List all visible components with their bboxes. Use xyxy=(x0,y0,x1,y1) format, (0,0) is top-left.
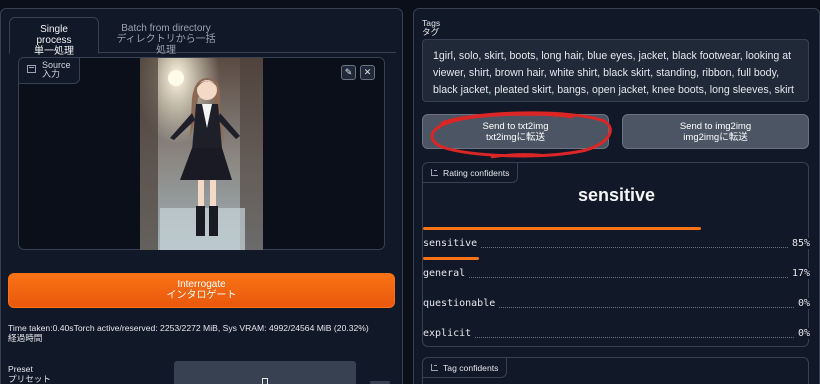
send-to-img2img-sublabel: img2imgに転送 xyxy=(683,132,748,143)
rating-row: sensitive 85% xyxy=(423,238,810,252)
interrogate-sublabel: インタロゲート xyxy=(166,290,237,301)
tag-confidents-label-text: Tag confidents xyxy=(443,362,499,373)
preset-label-text: Preset xyxy=(8,364,33,374)
rating-name: explicit xyxy=(423,328,475,339)
dotted-leader xyxy=(423,277,810,278)
tab-bar: Single process 単一処理 Batch from directory… xyxy=(9,17,396,57)
source-sublabel-text: 入力 xyxy=(42,69,61,79)
time-info-sublabel: 経過時間 xyxy=(8,333,43,343)
tags-sublabel-text: タグ xyxy=(422,27,440,37)
rating-value: 0% xyxy=(794,328,810,339)
send-to-img2img-label: Send to img2img xyxy=(679,121,752,132)
rating-name: general xyxy=(423,268,469,279)
source-image-box[interactable]: Source 入力 ✎ ✕ xyxy=(18,57,385,250)
chart-icon xyxy=(431,169,438,176)
tab-label: Single process xyxy=(36,24,72,46)
send-to-txt2img-sublabel: txt2imgに転送 xyxy=(485,132,546,143)
close-icon[interactable]: ✕ xyxy=(360,65,375,80)
preset-sublabel-text: プリセット xyxy=(8,374,51,384)
rating-value: 85% xyxy=(788,238,810,249)
interrogate-button[interactable]: Interrogate インタロゲート xyxy=(8,273,395,308)
rating-label-text: Rating confidents xyxy=(443,167,510,178)
tab-batch-from-directory[interactable]: Batch from directory ディレクトリから一括処理 xyxy=(101,17,231,56)
dotted-leader xyxy=(423,247,810,248)
tag-confidents-box: Tag confidents xyxy=(422,357,809,384)
rating-value: 0% xyxy=(794,298,810,309)
dotted-leader xyxy=(423,337,810,338)
right-panel: Tags タグ 1girl, solo, skirt, boots, long … xyxy=(413,8,820,384)
image-icon xyxy=(27,65,36,73)
confidence-bar xyxy=(423,227,701,230)
source-image xyxy=(140,58,263,250)
tab-label: Batch from directory xyxy=(121,23,211,34)
rating-value: 17% xyxy=(788,268,810,279)
confidence-bar xyxy=(423,257,479,260)
tags-textarea[interactable]: 1girl, solo, skirt, boots, long hair, bl… xyxy=(422,39,809,102)
anime-girl-image xyxy=(140,58,263,250)
preset-label: Preset プリセット xyxy=(8,364,51,384)
rating-row: questionable 0% xyxy=(423,298,810,312)
preset-icon xyxy=(262,378,268,384)
tab-sublabel: ディレクトリから一括処理 xyxy=(116,34,216,56)
rating-label: Rating confidents xyxy=(423,163,519,183)
tab-single-process[interactable]: Single process 単一処理 xyxy=(9,17,99,57)
rating-row: explicit 0% xyxy=(423,328,810,342)
rating-confidents-box: Rating confidents sensitive sensitive 85%… xyxy=(422,162,810,347)
time-info-line: Time taken:0.40sTorch active/reserved: 2… xyxy=(8,323,369,333)
interrogate-label: Interrogate xyxy=(177,279,226,290)
rating-row: general 17% xyxy=(423,268,810,282)
send-to-img2img-button[interactable]: Send to img2img img2imgに転送 xyxy=(622,114,809,149)
tab-sublabel: 単一処理 xyxy=(34,46,74,57)
pencil-icon[interactable]: ✎ xyxy=(341,65,356,80)
rating-top-label: sensitive xyxy=(577,185,656,205)
tag-confidents-label: Tag confidents xyxy=(423,358,508,378)
send-to-txt2img-button[interactable]: Send to txt2img txt2imgに転送 xyxy=(422,114,609,149)
time-info: Time taken:0.40sTorch active/reserved: 2… xyxy=(8,323,403,343)
rating-name: sensitive xyxy=(423,238,481,249)
source-label: Source 入力 xyxy=(19,58,80,84)
rating-name: questionable xyxy=(423,298,499,309)
send-to-txt2img-label: Send to txt2img xyxy=(482,121,549,132)
chart-icon xyxy=(431,364,438,371)
tags-label: Tags タグ xyxy=(422,19,440,37)
